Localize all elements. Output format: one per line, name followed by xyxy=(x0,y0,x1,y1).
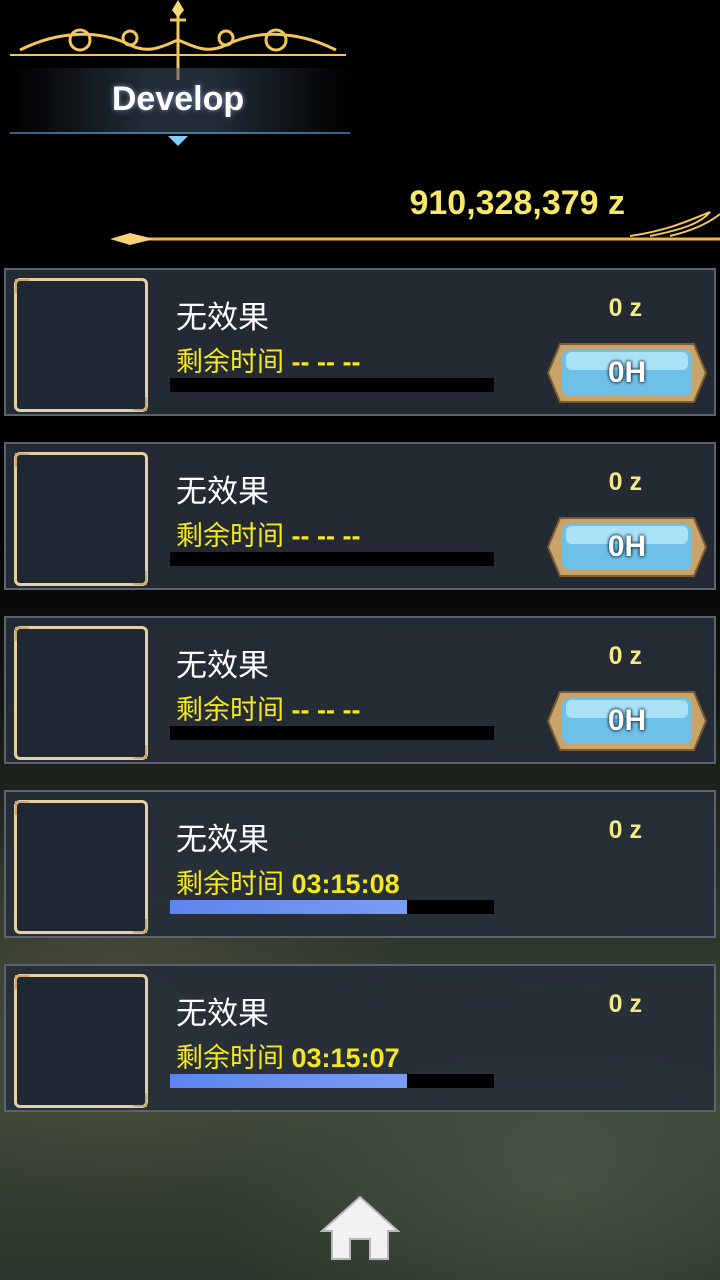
item-frame[interactable] xyxy=(14,452,148,586)
time-label: 剩余时间 xyxy=(176,1043,284,1074)
hours-button[interactable]: 0H xyxy=(546,512,708,582)
time-value: -- -- -- xyxy=(291,347,361,377)
time-value: 03:15:07 xyxy=(291,1043,400,1073)
time-label: 剩余时间 xyxy=(176,869,284,900)
develop-slot[interactable]: 无效果 剩余时间 -- -- -- 0 z 0H xyxy=(4,616,716,764)
time-label: 剩余时间 xyxy=(176,521,284,552)
home-button[interactable] xyxy=(318,1193,402,1263)
time-label: 剩余时间 xyxy=(176,347,284,378)
button-label: 0H xyxy=(607,530,647,563)
effect-name: 无效果 xyxy=(176,300,269,336)
cost-label: 0 z xyxy=(608,294,642,322)
effect-name: 无效果 xyxy=(176,648,269,684)
develop-slot[interactable]: 无效果 剩余时间 03:15:07 0 z xyxy=(4,964,716,1112)
cost-label: 0 z xyxy=(608,468,642,496)
time-value: -- -- -- xyxy=(291,695,361,725)
progress-bar xyxy=(170,552,494,566)
progress-bar xyxy=(170,378,494,392)
button-label: 0H xyxy=(607,704,647,737)
remaining-time: 剩余时间 03:15:07 xyxy=(176,1036,400,1075)
time-value: -- -- -- xyxy=(291,521,361,551)
progress-bar xyxy=(170,1074,494,1088)
time-label: 剩余时间 xyxy=(176,695,284,726)
remaining-time: 剩余时间 -- -- -- xyxy=(176,688,360,727)
develop-slot[interactable]: 无效果 剩余时间 -- -- -- 0 z 0H xyxy=(4,442,716,590)
house-icon xyxy=(319,1195,401,1260)
remaining-time: 剩余时间 03:15:08 xyxy=(176,862,400,901)
page-title: Develop xyxy=(111,80,245,118)
item-frame[interactable] xyxy=(14,626,148,760)
progress-bar xyxy=(170,726,494,740)
effect-name: 无效果 xyxy=(176,996,269,1032)
cost-label: 0 z xyxy=(608,642,642,670)
item-frame[interactable] xyxy=(14,278,148,412)
time-value: 03:15:08 xyxy=(291,869,400,899)
develop-slot[interactable]: 无效果 剩余时间 03:15:08 0 z xyxy=(4,790,716,938)
cost-label: 0 z xyxy=(608,990,642,1018)
progress-fill xyxy=(170,1074,407,1088)
hours-button[interactable]: 0H xyxy=(546,338,708,408)
item-frame[interactable] xyxy=(14,974,148,1108)
remaining-time: 剩余时间 -- -- -- xyxy=(176,514,360,553)
item-frame[interactable] xyxy=(14,800,148,934)
effect-name: 无效果 xyxy=(176,474,269,510)
progress-bar xyxy=(170,900,494,914)
progress-fill xyxy=(170,900,407,914)
remaining-time: 剩余时间 -- -- -- xyxy=(176,340,360,379)
money-divider xyxy=(110,211,720,245)
cost-label: 0 z xyxy=(608,816,642,844)
header: Develop xyxy=(0,0,360,150)
hours-button[interactable]: 0H xyxy=(546,686,708,756)
button-label: 0H xyxy=(607,356,647,389)
develop-slot[interactable]: 无效果 剩余时间 -- -- -- 0 z 0H xyxy=(4,268,716,416)
effect-name: 无效果 xyxy=(176,822,269,858)
